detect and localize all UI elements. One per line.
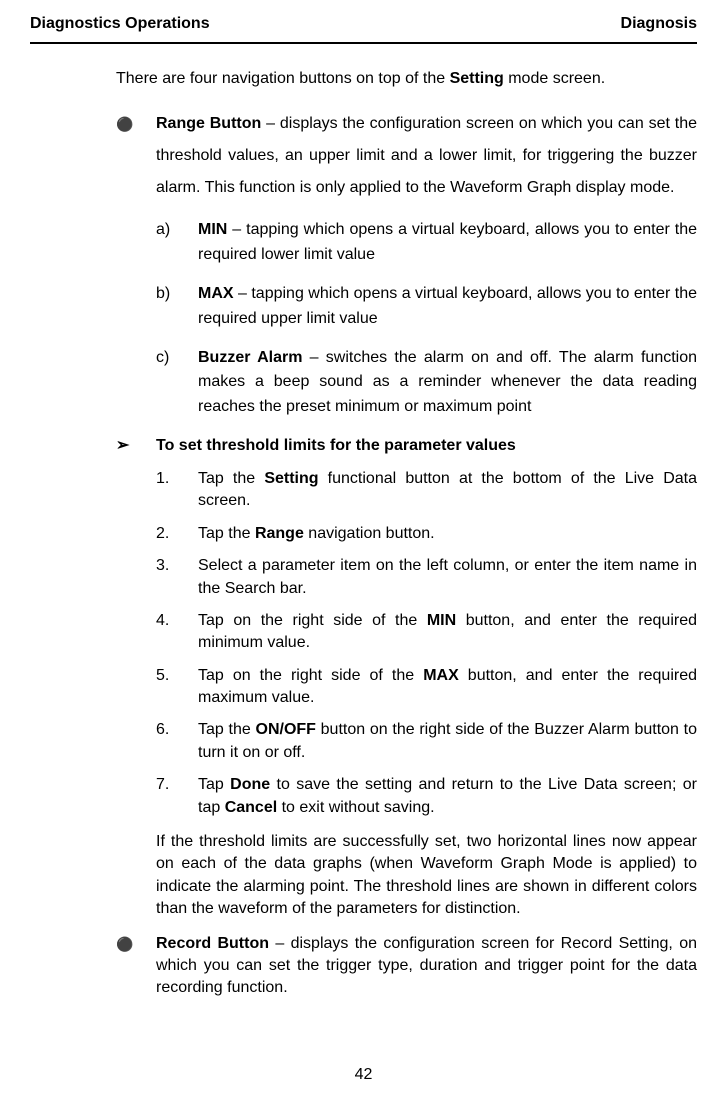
sub-a-rest: – tapping which opens a virtual keyboard… bbox=[198, 221, 697, 263]
step-6-bold: ON/OFF bbox=[256, 721, 316, 738]
intro-pre: There are four navigation buttons on top… bbox=[116, 70, 450, 87]
procedure-section: ➢ To set threshold limits for the parame… bbox=[116, 434, 697, 921]
bullet-icon: ⚫ bbox=[116, 935, 133, 955]
step-4-pre: Tap on the right side of the bbox=[198, 612, 427, 629]
record-bullet: ⚫ Record Button – displays the configura… bbox=[156, 933, 697, 1000]
procedure-heading-text: To set threshold limits for the paramete… bbox=[156, 437, 516, 454]
record-title: Record Button bbox=[156, 935, 269, 952]
intro-post: mode screen. bbox=[504, 70, 605, 87]
intro-paragraph: There are four navigation buttons on top… bbox=[116, 68, 697, 90]
marker-c: c) bbox=[156, 346, 169, 371]
intro-bold: Setting bbox=[450, 70, 504, 87]
step-7-pre: Tap bbox=[198, 776, 230, 793]
step-7-bold1: Done bbox=[230, 776, 270, 793]
step-7-num: 7. bbox=[156, 774, 169, 796]
step-1-num: 1. bbox=[156, 468, 169, 490]
step-1-pre: Tap the bbox=[198, 470, 264, 487]
range-sub-a: a) MIN – tapping which opens a virtual k… bbox=[198, 218, 697, 268]
sub-b-bold: MAX bbox=[198, 285, 234, 302]
arrow-icon: ➢ bbox=[116, 434, 129, 458]
step-5-num: 5. bbox=[156, 665, 169, 687]
bullet-icon: ⚫ bbox=[116, 110, 133, 138]
range-sub-c: c) Buzzer Alarm – switches the alarm on … bbox=[198, 346, 697, 420]
step-7: 7. Tap Done to save the setting and retu… bbox=[198, 774, 697, 819]
step-6-pre: Tap the bbox=[198, 721, 256, 738]
numbered-steps: 1. Tap the Setting functional button at … bbox=[156, 468, 697, 819]
header-left: Diagnostics Operations bbox=[30, 12, 210, 36]
step-2-pre: Tap the bbox=[198, 525, 255, 542]
step-5-bold: MAX bbox=[423, 667, 459, 684]
page-header: Diagnostics Operations Diagnosis bbox=[30, 0, 697, 44]
range-sublist: a) MIN – tapping which opens a virtual k… bbox=[156, 218, 697, 420]
step-4-bold: MIN bbox=[427, 612, 456, 629]
step-1: 1. Tap the Setting functional button at … bbox=[198, 468, 697, 513]
marker-b: b) bbox=[156, 282, 170, 307]
record-button-section: ⚫ Record Button – displays the configura… bbox=[116, 933, 697, 1000]
step-2: 2. Tap the Range navigation button. bbox=[198, 523, 697, 545]
step-4: 4. Tap on the right side of the MIN butt… bbox=[198, 610, 697, 655]
procedure-heading: ➢ To set threshold limits for the parame… bbox=[156, 434, 697, 458]
range-sub-b: b) MAX – tapping which opens a virtual k… bbox=[198, 282, 697, 332]
result-paragraph: If the threshold limits are successfully… bbox=[156, 831, 697, 921]
step-6-num: 6. bbox=[156, 719, 169, 741]
step-4-num: 4. bbox=[156, 610, 169, 632]
sub-c-bold: Buzzer Alarm bbox=[198, 349, 302, 366]
marker-a: a) bbox=[156, 218, 170, 243]
step-2-num: 2. bbox=[156, 523, 169, 545]
page-number: 42 bbox=[0, 1063, 727, 1087]
step-3: 3. Select a parameter item on the left c… bbox=[198, 555, 697, 600]
range-title: Range Button bbox=[156, 115, 261, 132]
step-2-bold: Range bbox=[255, 525, 304, 542]
step-3-text: Select a parameter item on the left colu… bbox=[198, 557, 697, 596]
step-7-bold2: Cancel bbox=[225, 799, 277, 816]
step-1-bold: Setting bbox=[264, 470, 318, 487]
header-right: Diagnosis bbox=[621, 12, 697, 36]
step-5: 5. Tap on the right side of the MAX butt… bbox=[198, 665, 697, 710]
step-5-pre: Tap on the right side of the bbox=[198, 667, 423, 684]
page-content: There are four navigation buttons on top… bbox=[30, 68, 697, 1000]
range-button-section: ⚫ Range Button – displays the configurat… bbox=[116, 108, 697, 420]
sub-a-bold: MIN bbox=[198, 221, 227, 238]
step-6: 6. Tap the ON/OFF button on the right si… bbox=[198, 719, 697, 764]
sub-b-rest: – tapping which opens a virtual keyboard… bbox=[198, 285, 697, 327]
step-2-post: navigation button. bbox=[304, 525, 435, 542]
range-bullet: ⚫ Range Button – displays the configurat… bbox=[156, 108, 697, 204]
step-7-post: to exit without saving. bbox=[277, 799, 434, 816]
step-3-num: 3. bbox=[156, 555, 169, 577]
